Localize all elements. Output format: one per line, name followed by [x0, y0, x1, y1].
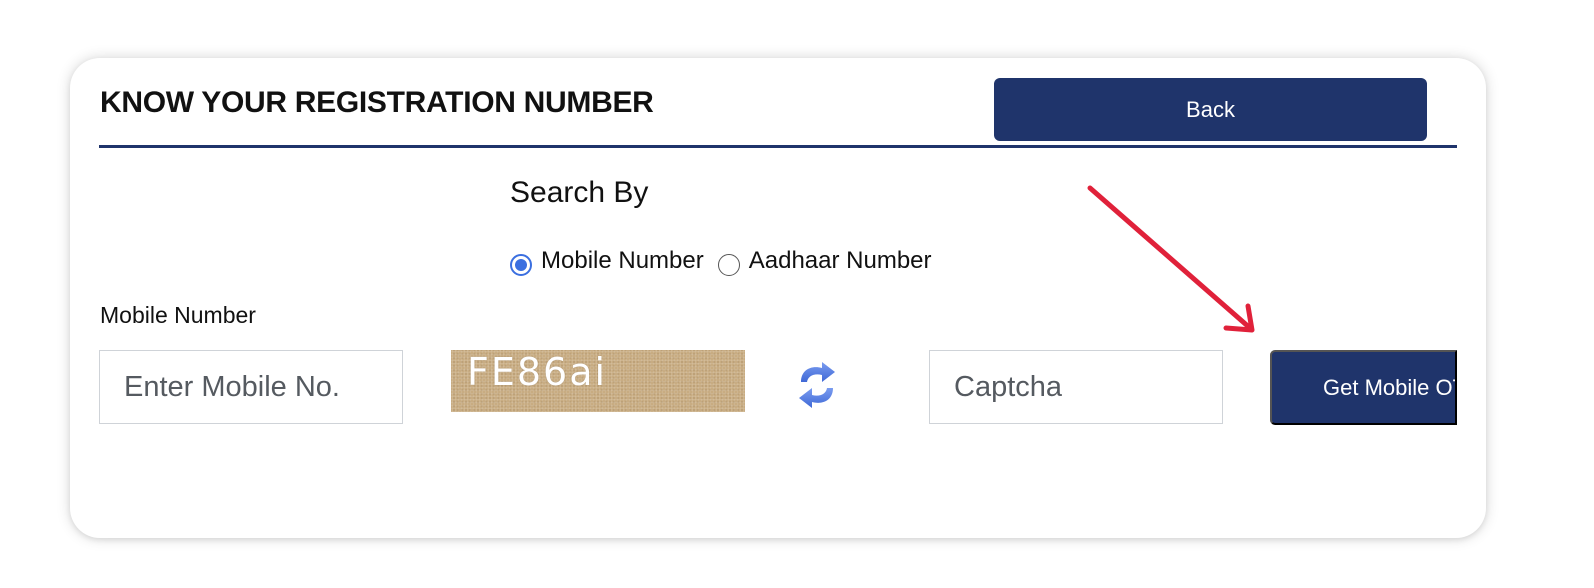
captcha-input[interactable]: [929, 350, 1223, 424]
mobile-number-input[interactable]: [99, 350, 403, 424]
radio-mobile-number-label: Mobile Number: [541, 247, 704, 274]
captcha-text: FE86ai: [467, 350, 608, 394]
radio-checked-icon[interactable]: [510, 254, 532, 276]
search-by-label: Search By: [510, 176, 649, 209]
search-by-radio-group: Mobile Number Aadhaar Number: [510, 246, 946, 276]
radio-unchecked-icon[interactable]: [717, 254, 740, 276]
radio-aadhaar-number-label: Aadhaar Number: [748, 247, 932, 274]
refresh-icon[interactable]: [795, 360, 839, 410]
mobile-number-label: Mobile Number: [100, 302, 256, 328]
get-mobile-otp-button[interactable]: Get Mobile OTP: [1270, 350, 1457, 425]
title-divider: [99, 145, 1457, 148]
get-mobile-otp-label: Get Mobile OTP: [1323, 375, 1455, 400]
page-title: KNOW YOUR REGISTRATION NUMBER: [100, 86, 654, 119]
radio-aadhaar-number[interactable]: Aadhaar Number: [717, 246, 932, 276]
radio-mobile-number[interactable]: Mobile Number: [510, 246, 704, 276]
back-button[interactable]: Back: [994, 78, 1427, 141]
captcha-image: FE86ai: [451, 350, 745, 412]
